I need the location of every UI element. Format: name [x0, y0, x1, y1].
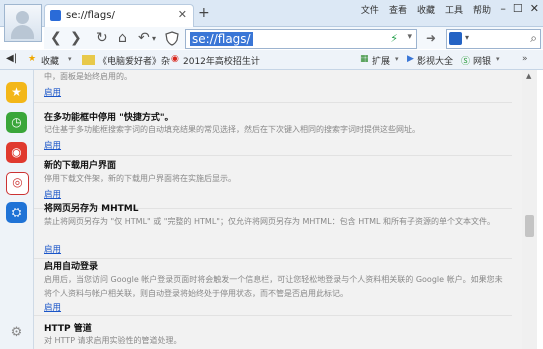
favorites-dropdown-icon[interactable]: ▾	[68, 55, 72, 63]
avatar-body-shape	[11, 25, 34, 39]
feature-item: 中，面板是始终启用的。 启用	[34, 70, 512, 103]
feature-desc: 启用后，当您访问 Google 帐户登录页面时将会触发一个信息栏，可让您轻松地登…	[44, 275, 503, 298]
feature-title: 新的下载用户界面	[44, 161, 117, 171]
app-sidebar-icon[interactable]: ⛭	[6, 202, 27, 223]
bookmark-magazine[interactable]: 《电脑爱好者》杂	[98, 54, 170, 67]
scrollbar[interactable]: ▲	[522, 70, 537, 349]
bank-button[interactable]: 网银	[473, 54, 491, 67]
settings-gear-icon[interactable]: ⚙	[6, 322, 27, 343]
menu-file[interactable]: 文件	[361, 3, 379, 16]
bank-dropdown-icon[interactable]: ▾	[496, 55, 500, 63]
new-tab-button[interactable]: +	[198, 5, 210, 21]
feature-item: 将网页另存为 MHTML 禁止将网页另存为 "仅 HTML" 或 "完整的 HT…	[34, 201, 512, 259]
undo-icon[interactable]: ↶	[138, 30, 150, 46]
window-controls: – ☐ ✕	[500, 2, 539, 15]
video-button[interactable]: 影视大全	[417, 54, 453, 67]
address-dropdown-icon[interactable]: ▾	[407, 32, 412, 42]
extensions-dropdown-icon[interactable]: ▾	[395, 55, 399, 63]
feature-enable-link[interactable]: 启用	[44, 188, 61, 200]
go-arrow-icon[interactable]: ➜	[426, 31, 436, 45]
forward-icon[interactable]: ❯	[70, 30, 82, 46]
sidebar: ★ ◷ ◉ ◎ ⛭ ⚙	[0, 70, 34, 349]
search-engine-icon[interactable]	[449, 32, 462, 45]
sidebar-toggle-icon[interactable]: ◀|	[6, 53, 17, 64]
target-icon[interactable]: ◎	[6, 172, 29, 195]
refresh-icon[interactable]: ↻	[96, 30, 108, 46]
feature-enable-link[interactable]: 启用	[44, 243, 61, 255]
bookmark-enrollment[interactable]: 2012年高校招生计	[183, 54, 260, 67]
bank-icon: Ⓢ	[461, 57, 471, 67]
user-avatar[interactable]	[4, 4, 42, 42]
bookmarks-bar: ◀| ★ 收藏 ▾ 《电脑爱好者》杂 ◉ 2012年高校招生计 ▦ 扩展 ▾ ▶…	[0, 50, 543, 70]
feature-title: 启用自动登录	[44, 262, 99, 272]
feature-desc: 禁止将网页另存为 "仅 HTML" 或 "完整的 HTML"；仅允许将网页另存为…	[44, 217, 496, 226]
close-window-button[interactable]: ✕	[530, 2, 539, 15]
feature-enable-link[interactable]: 启用	[44, 86, 61, 98]
feature-desc: 对 HTTP 请求启用实验性的管道处理。	[44, 336, 182, 345]
favorites-sidebar-icon[interactable]: ★	[6, 82, 27, 103]
bookmark-favorites[interactable]: 收藏	[41, 54, 59, 67]
tab-close-icon[interactable]: ✕	[178, 8, 187, 21]
feature-desc: 中，面板是始终启用的。	[44, 72, 132, 81]
menu-help[interactable]: 帮助	[473, 3, 491, 16]
more-icon[interactable]: »	[522, 54, 528, 64]
feature-item: HTTP 管道 对 HTTP 请求启用实验性的管道处理。	[34, 317, 512, 349]
address-text[interactable]: se://flags/	[190, 32, 253, 46]
extensions-button[interactable]: 扩展	[372, 54, 390, 67]
video-icon: ▶	[407, 54, 414, 64]
maximize-button[interactable]: ☐	[513, 2, 523, 15]
search-icon[interactable]: ⌕	[530, 31, 537, 46]
undo-dropdown-icon[interactable]: ▾	[152, 34, 156, 43]
feature-desc: 记住基于多功能框搜索字词的自动填充结果的常见选择，然后在下次键入相同的搜索字词时…	[44, 125, 420, 134]
flags-content: 中，面板是始终启用的。 启用 在多功能框中停用 "快捷方式"。 记住基于多功能框…	[34, 70, 522, 349]
home-icon[interactable]: ⌂	[118, 30, 127, 46]
feature-item: 在多功能框中停用 "快捷方式"。 记住基于多功能框搜索字词的自动填充结果的常见选…	[34, 103, 512, 156]
shield-icon	[165, 31, 179, 46]
menu-bar: 文件 查看 收藏 工具 帮助	[361, 3, 491, 16]
speed-mode-icon[interactable]: ⚡	[390, 32, 398, 45]
back-icon[interactable]: ❮	[50, 30, 62, 46]
scroll-thumb[interactable]	[525, 215, 534, 237]
menu-view[interactable]: 查看	[389, 3, 407, 16]
magazine-icon	[82, 55, 95, 65]
search-box[interactable]: ▾ ⌕	[446, 29, 541, 49]
feature-title: HTTP 管道	[44, 324, 92, 334]
clock-icon[interactable]: ◷	[6, 112, 27, 133]
avatar-head-shape	[16, 11, 29, 24]
tab-flags[interactable]: se://flags/ ✕	[44, 4, 194, 27]
weibo-sidebar-icon[interactable]: ◉	[6, 142, 27, 163]
feature-title: 在多功能框中停用 "快捷方式"。	[44, 113, 174, 123]
feature-title: 将网页另存为 MHTML	[44, 204, 139, 214]
feature-enable-link[interactable]: 启用	[44, 139, 61, 151]
flags-favicon-icon	[50, 10, 61, 21]
menu-tools[interactable]: 工具	[445, 3, 463, 16]
extensions-icon: ▦	[360, 54, 369, 64]
minimize-button[interactable]: –	[500, 2, 506, 15]
weibo-icon: ◉	[171, 54, 179, 64]
menu-favorites[interactable]: 收藏	[417, 3, 435, 16]
star-icon: ★	[28, 54, 37, 64]
feature-item: 启用自动登录 启用后，当您访问 Google 帐户登录页面时将会触发一个信息栏，…	[34, 259, 512, 316]
feature-desc: 停用下载文件架，新的下载用户界面将在实施后显示。	[44, 174, 236, 183]
address-bar[interactable]: se://flags/ ⚡ ▾	[165, 29, 417, 49]
feature-enable-link[interactable]: 启用	[44, 301, 61, 313]
search-engine-dropdown-icon[interactable]: ▾	[465, 33, 469, 42]
scroll-up-icon[interactable]: ▲	[526, 72, 531, 80]
tab-title: se://flags/	[66, 10, 115, 21]
